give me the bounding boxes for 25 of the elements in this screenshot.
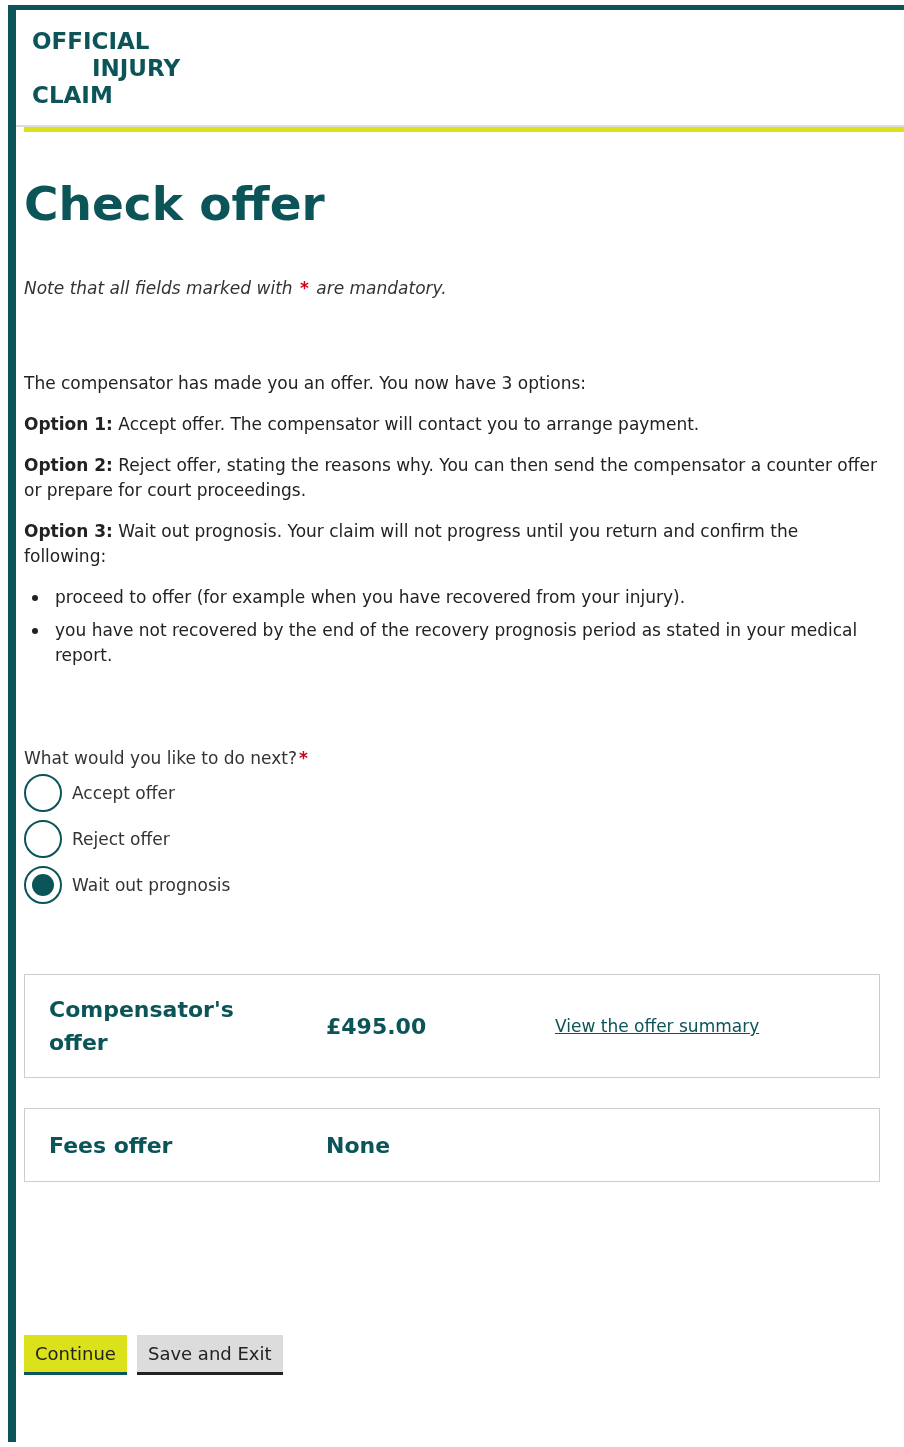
offer-label: Compensator's offer	[49, 996, 235, 1057]
offer-amount: £495.00	[326, 1013, 428, 1039]
mandatory-note: Note that all fields marked with * are mandatory.	[24, 278, 448, 298]
bullet-icon	[32, 628, 38, 634]
offer-amount: None	[326, 1132, 392, 1158]
continue-button[interactable]: Continue	[24, 1335, 127, 1375]
option-text: Option 2: Reject offer, stating the reasons why. You can then send the compensator a counter offer or prepare for court proceedings.	[24, 454, 878, 502]
intro-text: The compensator has made you an offer. You now have 3 options:	[24, 372, 588, 395]
option-text: Option 1: Accept offer. The compensator will contact you to arrange payment.	[24, 413, 701, 436]
offer-label: Fees offer	[49, 1131, 174, 1160]
radio-label[interactable]: Accept offer	[72, 783, 175, 803]
radio-label[interactable]: Wait out prognosis	[72, 875, 231, 895]
radio-button[interactable]	[24, 866, 62, 904]
radio-button[interactable]	[24, 774, 62, 812]
radio-label[interactable]: Reject offer	[72, 829, 170, 849]
question-label: What would you like to do next?*	[24, 748, 309, 768]
bullet-icon	[32, 595, 38, 601]
save-exit-button[interactable]: Save and Exit	[136, 1335, 283, 1375]
bullet-text: you have not recovered by the end of the recovery prognosis period as stated in your medical report.	[55, 619, 859, 667]
logo: OFFICIAL INJURY CLAIM	[32, 28, 181, 109]
offer-summary-link[interactable]: View the offer summary	[555, 1016, 760, 1036]
bullet-text: proceed to offer (for example when you have recovered from your injury).	[55, 586, 686, 609]
option-text: Option 3: Wait out prognosis. Your claim will not progress until you return and confirm the following:	[24, 520, 800, 568]
page-title: Check offer	[24, 176, 326, 232]
radio-button[interactable]	[24, 820, 62, 858]
